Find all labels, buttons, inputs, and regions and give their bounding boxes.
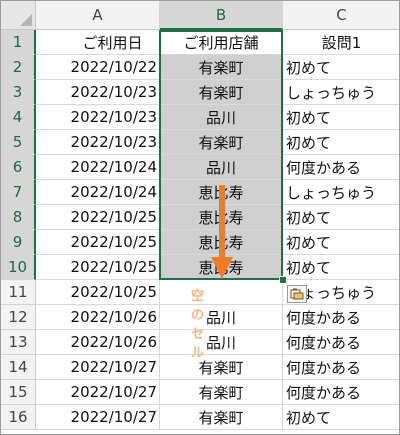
- cell-a9[interactable]: 2022/10/25: [36, 230, 160, 255]
- cell-c9[interactable]: 初めて: [283, 230, 399, 255]
- cell-b6[interactable]: 品川: [160, 155, 283, 180]
- cell-b14[interactable]: 有楽町: [160, 355, 283, 380]
- row-header-3[interactable]: 3: [1, 80, 36, 105]
- cell-c4[interactable]: 初めて: [283, 105, 399, 130]
- cell-c5[interactable]: 初めて: [283, 130, 399, 155]
- cell-b10[interactable]: 恵比寿: [160, 255, 283, 280]
- column-header-b[interactable]: B: [160, 1, 283, 30]
- row-header-11[interactable]: 11: [1, 280, 36, 305]
- row-header-9[interactable]: 9: [1, 230, 36, 255]
- header-cell-c[interactable]: 設問1: [283, 30, 399, 55]
- row-header-4[interactable]: 4: [1, 105, 36, 130]
- fill-handle[interactable]: [279, 276, 287, 284]
- cell-a12[interactable]: 2022/10/26: [36, 305, 160, 330]
- empty-cell-annotation: 空のセル: [191, 289, 206, 361]
- row-header-10[interactable]: 10: [1, 255, 36, 280]
- cell-a15[interactable]: 2022/10/27: [36, 380, 160, 405]
- cell-c13[interactable]: 何度かある: [283, 330, 399, 355]
- cell-c10[interactable]: 初めて: [283, 255, 399, 280]
- cell-a14[interactable]: 2022/10/27: [36, 355, 160, 380]
- row-header-16[interactable]: 16: [1, 405, 36, 430]
- row-header-6[interactable]: 6: [1, 155, 36, 180]
- cell-a13[interactable]: 2022/10/26: [36, 330, 160, 355]
- cell-b7[interactable]: 恵比寿: [160, 180, 283, 205]
- cell-a3[interactable]: 2022/10/23: [36, 80, 160, 105]
- cell-c6[interactable]: 何度かある: [283, 155, 399, 180]
- quick-analysis-icon[interactable]: [287, 285, 307, 303]
- cell-b4[interactable]: 品川: [160, 105, 283, 130]
- cell-c3[interactable]: しょっちゅう: [283, 80, 399, 105]
- column-header-c[interactable]: C: [283, 1, 399, 30]
- cell-a2[interactable]: 2022/10/22: [36, 55, 160, 80]
- cell-c2[interactable]: 初めて: [283, 55, 399, 80]
- cell-b15[interactable]: 有楽町: [160, 380, 283, 405]
- cell-a10[interactable]: 2022/10/25: [36, 255, 160, 280]
- select-all-corner[interactable]: [1, 1, 36, 30]
- cell-c7[interactable]: しょっちゅう: [283, 180, 399, 205]
- cell-a6[interactable]: 2022/10/24: [36, 155, 160, 180]
- cell-b12[interactable]: 品川: [160, 305, 283, 330]
- cell-c14[interactable]: 何度かある: [283, 355, 399, 380]
- cell-a8[interactable]: 2022/10/25: [36, 205, 160, 230]
- select-all-triangle-icon: [20, 14, 32, 26]
- cell-b2[interactable]: 有楽町: [160, 55, 283, 80]
- row-header-2[interactable]: 2: [1, 55, 36, 80]
- cell-c16[interactable]: 初めて: [283, 405, 399, 430]
- row-header-13[interactable]: 13: [1, 330, 36, 355]
- row-header-8[interactable]: 8: [1, 205, 36, 230]
- cell-b9[interactable]: 恵比寿: [160, 230, 283, 255]
- cell-a7[interactable]: 2022/10/24: [36, 180, 160, 205]
- column-header-a[interactable]: A: [36, 1, 160, 30]
- cell-c12[interactable]: 何度かある: [283, 305, 399, 330]
- row-header-1[interactable]: 1: [1, 30, 36, 55]
- cell-b16[interactable]: 有楽町: [160, 405, 283, 430]
- row-header-14[interactable]: 14: [1, 355, 36, 380]
- cell-a16[interactable]: 2022/10/27: [36, 405, 160, 430]
- cell-b3[interactable]: 有楽町: [160, 80, 283, 105]
- cell-a11[interactable]: 2022/10/25: [36, 280, 160, 305]
- cell-b5[interactable]: 有楽町: [160, 130, 283, 155]
- row-header-12[interactable]: 12: [1, 305, 36, 330]
- spreadsheet: A B C 1 ご利用日 ご利用店舗 設問1 2 2022/10/22 有楽町 初めて 3 2022/1…: [0, 0, 400, 435]
- row-header-7[interactable]: 7: [1, 180, 36, 205]
- cell-b13[interactable]: 品川: [160, 330, 283, 355]
- header-cell-a[interactable]: ご利用日: [36, 30, 160, 55]
- cell-b11[interactable]: [160, 280, 283, 305]
- header-cell-b[interactable]: ご利用店舗: [160, 30, 283, 55]
- cell-a4[interactable]: 2022/10/23: [36, 105, 160, 130]
- cell-c8[interactable]: 初めて: [283, 205, 399, 230]
- cell-b8[interactable]: 恵比寿: [160, 205, 283, 230]
- cell-a5[interactable]: 2022/10/23: [36, 130, 160, 155]
- row-header-15[interactable]: 15: [1, 380, 36, 405]
- cell-c15[interactable]: 何度かある: [283, 380, 399, 405]
- row-header-5[interactable]: 5: [1, 130, 36, 155]
